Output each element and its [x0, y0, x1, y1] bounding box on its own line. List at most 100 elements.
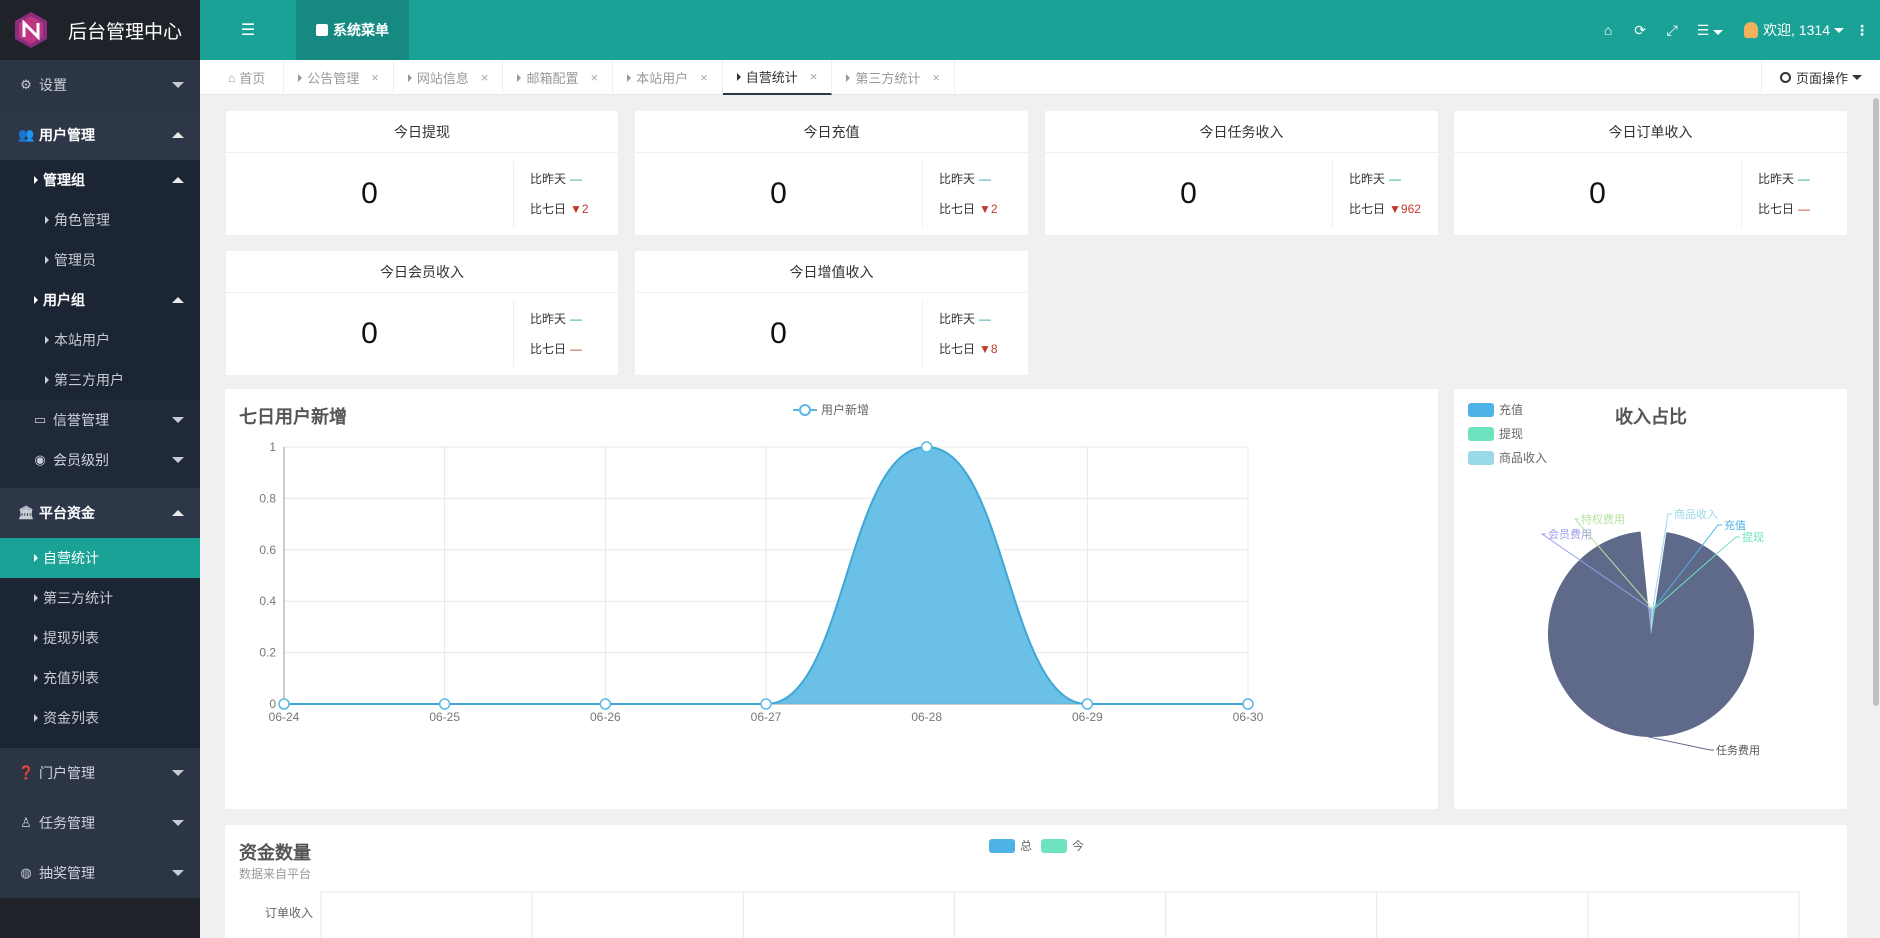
sidebar-item-user-group[interactable]: 用户组 — [0, 280, 200, 320]
topbar-actions: ⌂ ⟳ ⤢ ☰ 欢迎, 1314 ⋮ — [1592, 0, 1880, 60]
sidebar-item-label: 充值列表 — [43, 670, 99, 686]
stat-title: 今日增值收入 — [635, 251, 1028, 293]
compare-label: 比昨天 — [1758, 172, 1795, 186]
compare-value: — — [1798, 202, 1811, 216]
caret-right-icon — [45, 336, 49, 344]
caret-down-icon — [1713, 29, 1724, 35]
question-circle-icon: ❓ — [18, 765, 35, 780]
caret-right-icon — [34, 554, 38, 562]
refresh-icon[interactable]: ⟳ — [1624, 22, 1656, 39]
sidebar-item-third-stats[interactable]: 第三方统计 — [0, 578, 200, 618]
sidebar-item-lottery-mgmt[interactable]: ◍ 抽奖管理 — [0, 848, 200, 898]
y-tick-label: 0 — [269, 697, 276, 711]
sidebar-item-self-stats[interactable]: 自营统计 — [0, 538, 200, 578]
compare-label: 比七日 — [939, 202, 976, 216]
caret-right-icon — [34, 594, 38, 602]
fullscreen-icon[interactable]: ⤢ — [1656, 22, 1688, 39]
close-icon[interactable]: × — [591, 70, 599, 85]
sidebar-item-site-users[interactable]: 本站用户 — [0, 320, 200, 360]
compare-value: — — [570, 172, 583, 186]
y-tick-label: 0.2 — [259, 646, 276, 660]
chevron-up-icon — [172, 132, 184, 138]
sidebar-item-label: 会员级别 — [53, 452, 109, 468]
caret-right-icon — [34, 634, 38, 642]
stat-value: 0 — [635, 301, 923, 367]
sidebar-item-admin[interactable]: 管理员 — [0, 240, 200, 280]
tab-third-stats[interactable]: 第三方统计 × — [832, 60, 955, 95]
home-icon[interactable]: ⌂ — [1592, 22, 1624, 38]
scrollbar[interactable] — [1872, 96, 1880, 938]
close-icon[interactable]: × — [371, 70, 379, 85]
sidebar-item-fund-list[interactable]: 资金列表 — [0, 698, 200, 738]
sidebar-item-platform-funds[interactable]: 🏛 平台资金 — [0, 488, 200, 538]
compare-label: 比七日 — [1758, 202, 1795, 216]
sidebar-item-label: 管理员 — [54, 252, 96, 268]
chart-card-income-share: 收入占比 充值 提现 商品收入 任务费用 会员费用 特权费用 商品收入 充值 提现 — [1454, 389, 1847, 809]
sidebar-item-label: 本站用户 — [54, 332, 110, 348]
compare-value: — — [570, 312, 583, 326]
label-line — [1648, 736, 1714, 751]
sidebar-item-third-users[interactable]: 第三方用户 — [0, 360, 200, 400]
sidebar-toggle-button[interactable]: ☰ — [200, 0, 296, 60]
x-tick-label: 06-26 — [590, 710, 621, 724]
sidebar-item-label: 管理组 — [43, 172, 85, 188]
sidebar-item-recharge-list[interactable]: 充值列表 — [0, 658, 200, 698]
close-icon[interactable]: × — [700, 70, 708, 85]
chevron-down-icon — [172, 417, 184, 423]
scrollbar-thumb[interactable] — [1873, 98, 1879, 706]
tab-site-users[interactable]: 本站用户 × — [613, 60, 723, 95]
stat-value: 0 — [635, 161, 923, 227]
stat-card-order-income: 今日订单收入 0 比昨天 — 比七日 — — [1454, 111, 1847, 235]
list-dropdown-button[interactable]: ☰ — [1688, 22, 1732, 39]
users-icon: 👥 — [18, 127, 35, 142]
compare-value: — — [979, 172, 992, 186]
tab-home[interactable]: ⌂ 首页 — [200, 60, 285, 95]
sidebar-item-portal-mgmt[interactable]: ❓ 门户管理 — [0, 748, 200, 798]
close-icon[interactable]: × — [481, 70, 489, 85]
stat-value: 0 — [226, 161, 514, 227]
chevron-up-icon — [172, 297, 184, 303]
compare-value: ▼2 — [979, 202, 998, 216]
stat-title: 今日会员收入 — [226, 251, 618, 293]
system-menu-label: 系统菜单 — [333, 22, 389, 38]
sidebar-item-label: 平台资金 — [39, 505, 95, 521]
compare-value: — — [1798, 172, 1811, 186]
tab-label: 首页 — [239, 71, 266, 86]
x-tick-label: 06-29 — [1072, 710, 1103, 724]
stat-title: 今日提现 — [226, 111, 618, 153]
sidebar-item-label: 资金列表 — [43, 710, 99, 726]
home-icon: ⌂ — [228, 70, 236, 85]
more-vertical-icon[interactable]: ⋮ — [1844, 22, 1880, 39]
compare-label: 比昨天 — [530, 312, 567, 326]
stat-card-withdraw: 今日提现 0 比昨天 — 比七日 ▼2 — [226, 111, 618, 235]
sidebar-item-task-mgmt[interactable]: ♙ 任务管理 — [0, 798, 200, 848]
sidebar-item-user-mgmt[interactable]: 👥 用户管理 — [0, 110, 200, 160]
sidebar-item-member-level[interactable]: ◉ 会员级别 — [0, 440, 200, 480]
caret-right-icon — [736, 72, 741, 81]
slice-label: 任务费用 — [1716, 744, 1760, 757]
logo-icon — [15, 12, 47, 48]
page-operations-label: 页面操作 — [1795, 71, 1848, 86]
page-operations-button[interactable]: 页面操作 — [1760, 60, 1880, 95]
sidebar-item-role-mgmt[interactable]: 角色管理 — [0, 200, 200, 240]
tab-site-info[interactable]: 网站信息 × — [394, 60, 504, 95]
sidebar-item-withdraw-list[interactable]: 提现列表 — [0, 618, 200, 658]
close-icon[interactable]: × — [932, 70, 940, 85]
compare-value: ▼2 — [570, 202, 589, 216]
system-menu-button[interactable]: 系统菜单 — [296, 0, 409, 60]
tab-announcements[interactable]: 公告管理 × — [284, 60, 394, 95]
sidebar-item-settings[interactable]: ⚙ 设置 — [0, 60, 200, 110]
chevron-down-icon — [172, 770, 184, 776]
caret-right-icon — [45, 376, 49, 384]
tab-self-stats[interactable]: 自营统计 × — [722, 60, 833, 95]
sidebar-item-label: 提现列表 — [43, 630, 99, 646]
bar-chart: 订单收入 — [265, 891, 1800, 938]
sidebar-item-admin-group[interactable]: 管理组 — [0, 160, 200, 200]
stat-value: 0 — [1454, 161, 1742, 227]
stat-value: 0 — [1045, 161, 1333, 227]
chevron-down-icon — [172, 870, 184, 876]
user-menu[interactable]: 欢迎, 1314 — [1744, 20, 1844, 40]
close-icon[interactable]: × — [810, 69, 818, 84]
sidebar-item-credit-mgmt[interactable]: ▭ 信誉管理 — [0, 400, 200, 440]
tab-mail-config[interactable]: 邮箱配置 × — [503, 60, 614, 95]
